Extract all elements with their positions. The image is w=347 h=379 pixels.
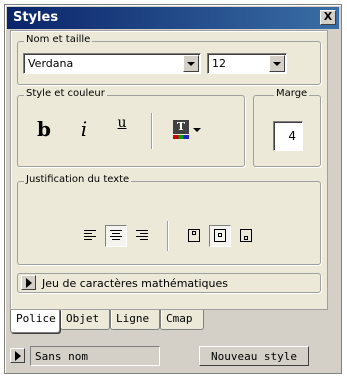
style-panel: Nom et taille Verdana 12 Style et couleu…	[10, 30, 328, 310]
chevron-down-icon[interactable]	[183, 55, 199, 72]
align-center-icon[interactable]	[105, 225, 127, 247]
color-bar	[173, 135, 189, 139]
window-title: Styles	[13, 10, 59, 25]
chevron-down-icon	[193, 128, 201, 132]
new-style-button[interactable]: Nouveau style	[199, 346, 309, 366]
margin-input[interactable]: 4	[273, 121, 303, 151]
font-size-combo[interactable]: 12	[207, 53, 287, 74]
justify-group: Justification du texte	[17, 174, 321, 265]
tab-ligne[interactable]: Ligne	[110, 310, 160, 330]
font-group-legend: Nom et taille	[24, 34, 93, 45]
underline-button[interactable]: u	[111, 115, 133, 131]
tab-police[interactable]: Police	[10, 310, 60, 333]
text-color-button[interactable]: T	[171, 119, 205, 141]
style-row: Sans nom Nouveau style	[10, 346, 330, 366]
font-name-combo[interactable]: Verdana	[23, 53, 201, 74]
tab-cmap[interactable]: Cmap	[160, 310, 204, 330]
style-color-legend: Style et couleur	[24, 88, 107, 99]
font-name-value: Verdana	[28, 57, 74, 70]
align-left-icon[interactable]	[79, 225, 101, 247]
toolbar-divider	[151, 113, 152, 149]
font-size-value: 12	[212, 57, 226, 70]
math-charset-label: Jeu de caractères mathématiques	[42, 277, 228, 290]
expand-play-icon[interactable]	[10, 348, 25, 363]
bold-button[interactable]: b	[33, 117, 55, 141]
italic-button[interactable]: i	[73, 117, 95, 141]
valign-bottom-icon[interactable]	[235, 225, 257, 247]
close-button[interactable]: X	[320, 10, 336, 25]
math-charset-bar[interactable]: Jeu de caractères mathématiques	[17, 273, 321, 293]
text-color-icon: T	[173, 120, 189, 134]
title-bar[interactable]: Styles X	[7, 7, 339, 29]
margin-legend: Marge	[274, 88, 310, 99]
tab-objet[interactable]: Objet	[60, 310, 110, 330]
justify-legend: Justification du texte	[24, 174, 132, 185]
chevron-down-icon[interactable]	[269, 55, 285, 72]
valign-top-icon[interactable]	[183, 225, 205, 247]
justify-divider	[167, 221, 168, 251]
valign-middle-icon[interactable]	[209, 225, 231, 247]
tab-strip: Police Objet Ligne Cmap	[10, 310, 330, 334]
expand-play-icon[interactable]	[21, 275, 36, 290]
style-name-field[interactable]: Sans nom	[30, 346, 160, 366]
align-right-icon[interactable]	[131, 225, 153, 247]
